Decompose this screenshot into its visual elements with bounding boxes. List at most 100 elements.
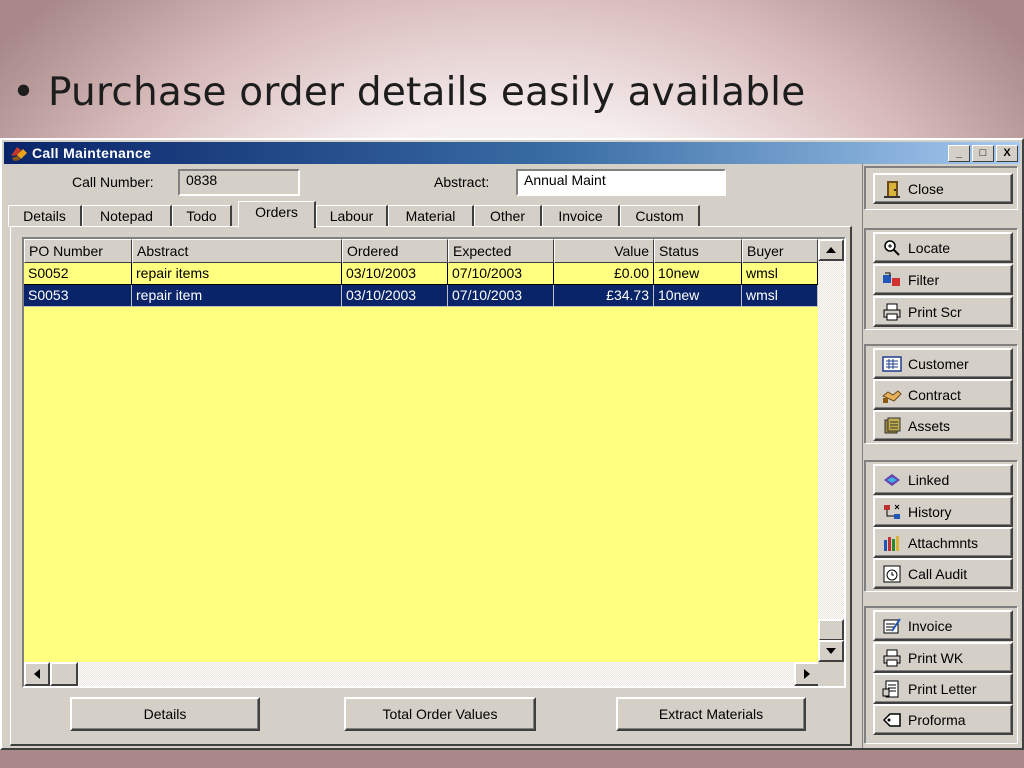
history-button[interactable]: History (873, 496, 1013, 527)
table-row[interactable]: S0052 repair items 03/10/2003 07/10/2003… (24, 263, 818, 285)
cell-expected: 07/10/2003 (448, 263, 554, 285)
call-audit-label: Call Audit (908, 565, 968, 582)
call-maintenance-window: Call Maintenance _ □ X Call Number: 0838… (0, 138, 1024, 750)
tab-orders[interactable]: Orders (238, 201, 316, 228)
horizontal-scrollbar[interactable] (24, 662, 820, 686)
column-header-value[interactable]: Value (554, 239, 654, 263)
tab-todo[interactable]: Todo (172, 205, 232, 227)
linked-button[interactable]: Linked (873, 464, 1013, 495)
cell-status: 10new (654, 263, 742, 285)
tab-custom[interactable]: Custom (620, 205, 700, 227)
bullet-point: • (12, 70, 36, 115)
slide-title: • Purchase order details easily available (12, 70, 805, 115)
cell-value: £34.73 (554, 285, 654, 307)
minimize-button[interactable]: _ (948, 145, 970, 162)
cell-status: 10new (654, 285, 742, 307)
close-window-button[interactable]: X (996, 145, 1018, 162)
locate-button[interactable]: Locate (873, 232, 1013, 263)
attachments-label: Attachmnts (908, 534, 979, 551)
tab-labour[interactable]: Labour (316, 205, 388, 227)
arrow-left-icon (34, 669, 40, 679)
horizontal-scroll-thumb[interactable] (50, 662, 78, 686)
maximize-button[interactable]: □ (972, 145, 994, 162)
cell-abstract: repair items (132, 263, 342, 285)
call-audit-button[interactable]: Call Audit (873, 558, 1013, 589)
scrollbar-corner (818, 662, 844, 686)
tab-material[interactable]: Material (388, 205, 474, 227)
table-row-selected[interactable]: S0053 repair item 03/10/2003 07/10/2003 … (24, 285, 818, 307)
tab-details[interactable]: Details (8, 205, 82, 227)
print-wk-label: Print WK (908, 649, 964, 666)
customer-button[interactable]: Customer (873, 348, 1013, 379)
slide-heading: Purchase order details easily available (48, 70, 806, 115)
grid-header: PO Number Abstract Ordered Expected Valu… (24, 239, 818, 263)
card-index-icon (881, 354, 903, 374)
proforma-button[interactable]: Proforma (873, 704, 1013, 735)
arrow-right-icon (804, 669, 810, 679)
tab-notepad[interactable]: Notepad (82, 205, 172, 227)
history-icon (881, 502, 903, 522)
filter-label: Filter (908, 271, 940, 288)
cell-ordered: 03/10/2003 (342, 263, 448, 285)
clock-page-icon (881, 564, 903, 584)
purchase-orders-grid[interactable]: PO Number Abstract Ordered Expected Valu… (22, 237, 846, 688)
abstract-field[interactable]: Annual Maint (516, 169, 726, 196)
column-header-status[interactable]: Status (654, 239, 742, 263)
books-icon (881, 533, 903, 553)
tab-strip: Details Notepad Todo Orders Labour Mater… (8, 201, 848, 228)
history-label: History (908, 503, 952, 520)
invoice-label: Invoice (908, 617, 953, 634)
close-label: Close (908, 180, 944, 197)
cell-po-number: S0053 (24, 285, 132, 307)
linked-label: Linked (908, 471, 950, 488)
title-bar[interactable]: Call Maintenance _ □ X (4, 142, 1020, 164)
print-letter-button[interactable]: Print Letter (873, 673, 1013, 704)
attachments-button[interactable]: Attachmnts (873, 527, 1013, 558)
customer-group: Customer Contract Assets (864, 344, 1018, 444)
abstract-label: Abstract: (434, 174, 490, 190)
linked-group: Linked History Attachmnts Call Audit (864, 460, 1018, 592)
handshake-icon (881, 385, 903, 405)
vertical-scroll-thumb[interactable] (818, 619, 844, 641)
scroll-left-button[interactable] (24, 662, 50, 686)
locate-group: Locate Filter Print Scr (864, 228, 1018, 330)
scroll-up-button[interactable] (818, 239, 844, 261)
print-wk-button[interactable]: Print WK (873, 642, 1013, 673)
print-scr-label: Print Scr (908, 303, 962, 320)
scroll-down-button[interactable] (818, 640, 844, 662)
printer-icon (881, 302, 903, 322)
call-number-field[interactable]: 0838 (178, 169, 300, 196)
cell-po-number: S0052 (24, 263, 132, 285)
assets-button[interactable]: Assets (873, 410, 1013, 441)
magnifier-icon (881, 238, 903, 258)
tab-other[interactable]: Other (474, 205, 542, 227)
vertical-scrollbar[interactable] (818, 239, 844, 662)
tag-icon (881, 710, 903, 730)
assets-label: Assets (908, 417, 951, 434)
proforma-label: Proforma (908, 711, 966, 728)
contract-button[interactable]: Contract (873, 379, 1013, 410)
door-exit-icon (881, 179, 903, 199)
column-header-buyer[interactable]: Buyer (742, 239, 818, 263)
cell-value: £0.00 (554, 263, 654, 285)
details-button[interactable]: Details (70, 697, 260, 731)
tab-invoice[interactable]: Invoice (542, 205, 620, 227)
extract-materials-button[interactable]: Extract Materials (616, 697, 806, 731)
column-header-expected[interactable]: Expected (448, 239, 554, 263)
scroll-right-button[interactable] (794, 662, 820, 686)
contract-label: Contract (908, 386, 961, 403)
column-header-po-number[interactable]: PO Number (24, 239, 132, 263)
column-header-abstract[interactable]: Abstract (132, 239, 342, 263)
print-scr-button[interactable]: Print Scr (873, 296, 1013, 327)
print-letter-label: Print Letter (908, 680, 977, 697)
column-header-ordered[interactable]: Ordered (342, 239, 448, 263)
invoice-button[interactable]: Invoice (873, 610, 1013, 641)
filter-button[interactable]: Filter (873, 264, 1013, 295)
side-button-panel: Close Locate Filter Print Scr Customer C… (862, 164, 1020, 748)
assets-stack-icon (881, 416, 903, 436)
cell-buyer: wmsl (742, 285, 818, 307)
close-button[interactable]: Close (873, 173, 1013, 204)
letter-icon (881, 679, 903, 699)
app-icon (11, 147, 27, 161)
total-order-values-button[interactable]: Total Order Values (344, 697, 536, 731)
